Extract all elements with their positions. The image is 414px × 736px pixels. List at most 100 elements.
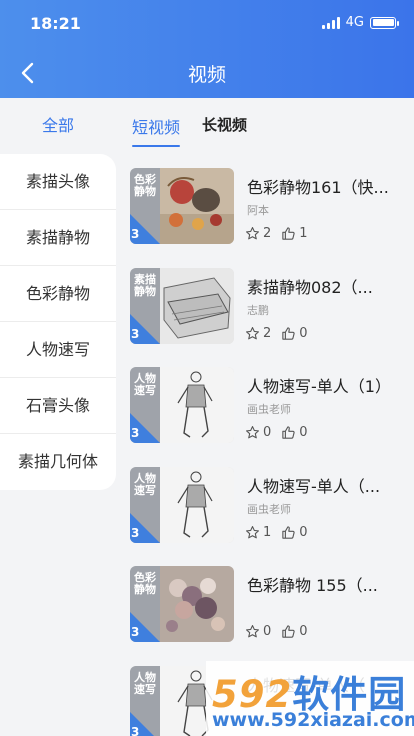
signal-icon bbox=[321, 16, 340, 29]
like-count: 0 bbox=[299, 325, 308, 341]
status-indicators: 4G bbox=[321, 15, 399, 30]
video-author: 阿本 bbox=[247, 204, 269, 217]
video-stats: 00 bbox=[245, 425, 308, 440]
video-list: 色彩静物 3 色彩静物161（快... 阿本 2 1 素描静物 3 素描静物082（... 志鹏 2… bbox=[130, 168, 414, 736]
status-bar: 18:21 4G bbox=[0, 0, 414, 44]
video-title[interactable]: 人物速写-单人（... bbox=[247, 473, 407, 497]
category-item[interactable]: 素描静物 bbox=[0, 210, 116, 266]
favorite-button[interactable]: 1 bbox=[245, 525, 271, 540]
thumbnail-duration-badge: 3 bbox=[131, 326, 140, 341]
thumbnail-category-band: 色彩静物 3 bbox=[130, 566, 160, 642]
thumbs-up-icon bbox=[282, 227, 295, 240]
status-time: 18:21 bbox=[30, 14, 81, 33]
favorite-count: 0 bbox=[263, 624, 272, 639]
video-author: 画虫老师 bbox=[247, 502, 291, 516]
video-item[interactable]: 色彩静物 3 色彩静物 155（... 0 0 bbox=[130, 566, 414, 666]
star-icon bbox=[246, 227, 259, 240]
thumbnail-category-label: 色彩静物 bbox=[134, 173, 156, 198]
tab-label: 短视频 bbox=[132, 118, 181, 137]
video-thumbnail[interactable]: 人物速写 3 bbox=[130, 367, 234, 443]
video-item[interactable]: 人物速写 3 人物速写-单人（1） 画虫老师 0 0 bbox=[130, 367, 414, 467]
like-button[interactable]: 0 bbox=[281, 325, 308, 341]
like-button[interactable]: 0 bbox=[281, 624, 308, 639]
page-title: 视频 bbox=[187, 64, 226, 86]
category-item[interactable]: 人物速写 bbox=[0, 322, 116, 378]
like-count: 1 bbox=[299, 226, 308, 241]
like-button[interactable]: 1 bbox=[281, 226, 308, 241]
star-icon bbox=[246, 326, 259, 339]
thumbnail-category-band: 人物速写 3 bbox=[130, 367, 160, 443]
thumbnail-category-label: 色彩静物 bbox=[134, 571, 156, 596]
video-thumbnail[interactable]: 色彩静物 3 bbox=[130, 566, 234, 642]
star-icon bbox=[246, 525, 259, 538]
thumbnail-category-band: 人物速写 3 bbox=[130, 665, 160, 736]
thumbnail-image bbox=[158, 168, 234, 244]
video-title[interactable]: 色彩静物161（快... bbox=[247, 174, 407, 198]
thumbnail-category-label: 人物速写 bbox=[134, 372, 156, 397]
thumbnail-duration-badge: 3 bbox=[131, 724, 140, 736]
category-all[interactable]: 全部 bbox=[0, 112, 116, 140]
thumbnail-duration-badge: 3 bbox=[131, 525, 140, 540]
video-stats: 10 bbox=[245, 525, 308, 540]
video-stats: 00 bbox=[245, 624, 308, 639]
category-item[interactable]: 素描头像 bbox=[0, 154, 116, 210]
thumbnail-image bbox=[158, 466, 234, 543]
video-author: 画虫老师 bbox=[247, 403, 291, 416]
video-item[interactable]: 人物速写 3 人物速写-单人（... 画虫老师 1 0 bbox=[130, 466, 414, 567]
thumbnail-category-label: 人物速写 bbox=[134, 471, 156, 497]
network-label: 4G bbox=[345, 15, 364, 30]
favorite-count: 2 bbox=[263, 226, 272, 241]
video-item[interactable]: 色彩静物 3 色彩静物161（快... 阿本 2 1 bbox=[130, 168, 414, 268]
favorite-button[interactable]: 2 bbox=[245, 326, 271, 341]
watermark-url: www.592xiazai.com bbox=[212, 709, 414, 731]
favorite-button[interactable]: 0 bbox=[245, 624, 271, 639]
thumbnail-image bbox=[158, 566, 234, 642]
like-button[interactable]: 0 bbox=[281, 524, 308, 540]
like-button[interactable]: 0 bbox=[281, 425, 308, 440]
video-stats: 20 bbox=[245, 326, 308, 341]
thumbnail-duration-badge: 3 bbox=[131, 426, 140, 440]
tab-long-video[interactable]: 长视频 bbox=[202, 114, 247, 138]
thumbs-up-icon bbox=[282, 426, 295, 439]
like-count: 0 bbox=[299, 524, 308, 540]
battery-icon bbox=[370, 16, 399, 29]
star-icon bbox=[246, 426, 259, 439]
category-item[interactable]: 石膏头像 bbox=[0, 378, 116, 434]
video-title[interactable]: 人物速写-单人（1） bbox=[247, 373, 407, 397]
video-thumbnail[interactable]: 色彩静物 3 bbox=[130, 168, 234, 244]
favorite-count: 2 bbox=[263, 325, 272, 341]
video-thumbnail[interactable]: 人物速写 3 bbox=[130, 466, 234, 543]
thumbnail-category-band: 色彩静物 3 bbox=[130, 168, 160, 244]
category-list: 素描头像 素描静物 色彩静物 人物速写 石膏头像 素描几何体 bbox=[0, 154, 116, 490]
video-thumbnail[interactable]: 素描静物 3 bbox=[130, 267, 234, 344]
favorite-count: 1 bbox=[263, 524, 272, 540]
tab-underline bbox=[132, 145, 181, 147]
thumbs-up-icon bbox=[282, 625, 295, 638]
favorite-button[interactable]: 0 bbox=[245, 425, 271, 440]
app-header: 18:21 4G 视频 bbox=[0, 0, 414, 98]
watermark: 592软件园 www.592xiazai.com bbox=[206, 661, 414, 736]
video-tabs: 短视频 长视频 bbox=[132, 114, 247, 147]
video-stats: 21 bbox=[245, 226, 308, 241]
thumbnail-duration-badge: 3 bbox=[131, 625, 140, 639]
video-title[interactable]: 色彩静物 155（... bbox=[247, 572, 407, 596]
video-item[interactable]: 素描静物 3 素描静物082（... 志鹏 2 0 bbox=[130, 267, 414, 368]
thumbnail-category-band: 素描静物 3 bbox=[130, 267, 160, 344]
category-item[interactable]: 素描几何体 bbox=[0, 434, 116, 490]
star-icon bbox=[246, 625, 259, 638]
thumbnail-category-band: 人物速写 3 bbox=[130, 466, 160, 543]
video-author: 志鹏 bbox=[247, 303, 269, 317]
favorite-button[interactable]: 2 bbox=[245, 226, 271, 241]
thumbs-up-icon bbox=[282, 326, 295, 340]
thumbs-up-icon bbox=[282, 525, 295, 539]
thumbnail-image bbox=[158, 267, 234, 344]
tab-label: 长视频 bbox=[202, 116, 248, 134]
tab-short-video[interactable]: 短视频 bbox=[132, 114, 181, 147]
thumbnail-category-label: 素描静物 bbox=[134, 272, 156, 298]
thumbnail-category-label: 人物速写 bbox=[134, 670, 156, 696]
video-title[interactable]: 素描静物082（... bbox=[247, 274, 407, 298]
like-count: 0 bbox=[299, 425, 308, 440]
thumbnail-duration-badge: 3 bbox=[131, 227, 140, 241]
favorite-count: 0 bbox=[263, 425, 272, 440]
category-item[interactable]: 色彩静物 bbox=[0, 266, 116, 322]
